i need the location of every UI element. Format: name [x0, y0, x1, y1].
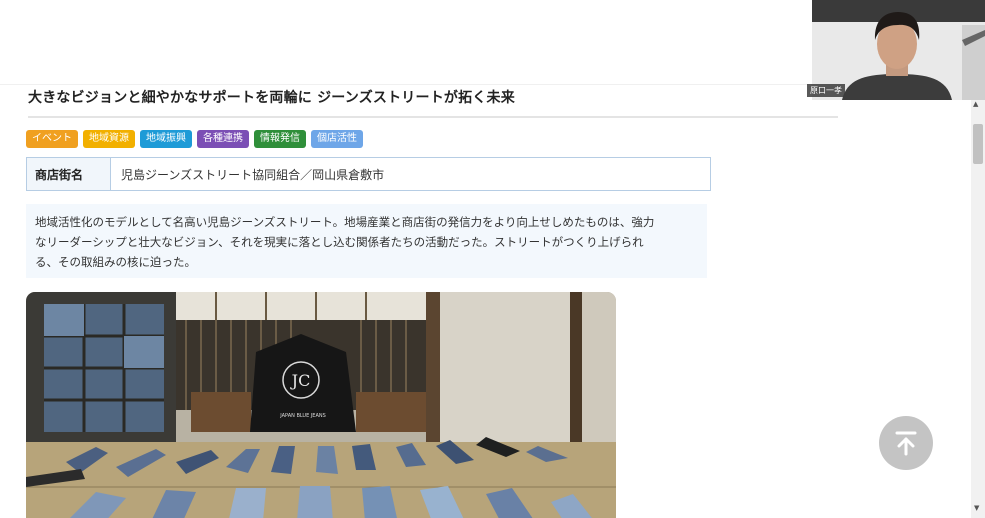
page: 大きなビジョンと細やかなサポートを両輪に ジーンズストリートが拓く未来 イベント…	[0, 0, 985, 518]
info-value: 児島ジーンズストリート協同組合／岡山県倉敷市	[121, 167, 385, 182]
bag-print: JAPAN BLUE JEANS	[279, 413, 326, 419]
back-to-top-button[interactable]	[879, 416, 933, 470]
info-label: 商店街名	[27, 158, 111, 190]
triangle-up-icon[interactable]: ▲	[973, 100, 978, 108]
summary-line: 地域活性化のモデルとして名高い児島ジーンズストリート。地場産業と商店街の発信力を…	[35, 215, 655, 229]
arrow-up-to-top-icon	[895, 431, 917, 456]
tag-event[interactable]: イベント	[26, 130, 78, 148]
svg-text:JC: JC	[290, 371, 311, 390]
shopping-street-info: 商店街名 児島ジーンズストリート協同組合／岡山県倉敷市	[26, 157, 711, 191]
title-divider	[28, 116, 838, 118]
tag-store-revitalization[interactable]: 個店活性	[311, 130, 363, 148]
triangle-down-icon[interactable]: ▼	[974, 504, 979, 512]
tag-list: イベント 地域資源 地域振興 各種連携 情報発信 個店活性	[26, 130, 363, 148]
article-photo: JC JAPAN BLUE JEANS	[26, 292, 616, 518]
summary-line: る、その取組みの核に迫った。	[35, 255, 196, 269]
summary-line: なリーダーシップと壮大なビジョン、それを現実に落とし込む関係者たちの活動だった。…	[35, 235, 644, 249]
article-title: 大きなビジョンと細やかなサポートを両輪に ジーンズストリートが拓く未来	[28, 90, 515, 106]
scrollbar-thumb[interactable]	[973, 124, 983, 164]
tag-collaboration[interactable]: 各種連携	[197, 130, 249, 148]
article-summary: 地域活性化のモデルとして名高い児島ジーンズストリート。地場産業と商店街の発信力を…	[26, 204, 707, 278]
tag-local-resources[interactable]: 地域資源	[83, 130, 135, 148]
participant-name: 原口一孝	[807, 84, 845, 97]
tag-information[interactable]: 情報発信	[254, 130, 306, 148]
tag-regional-promotion[interactable]: 地域振興	[140, 130, 192, 148]
